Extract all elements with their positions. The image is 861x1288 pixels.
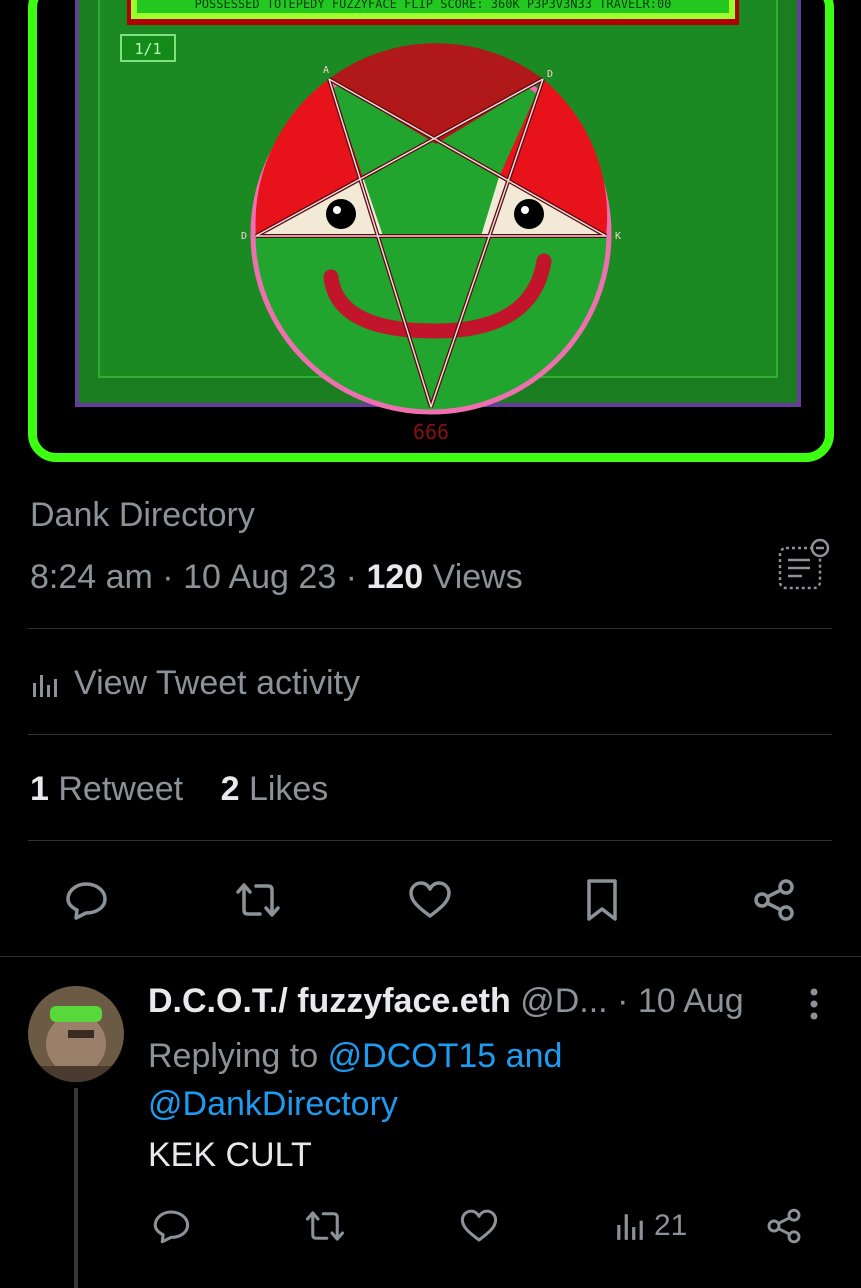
separator: · <box>336 558 367 596</box>
share-icon <box>754 879 794 921</box>
reply-header: D.C.O.T./ fuzzyface.eth @D... · 10 Aug <box>148 982 744 1021</box>
tweet-action-bar <box>0 872 861 928</box>
tweet-time: 8:24 am <box>30 558 153 596</box>
reply-tweet[interactable]: D.C.O.T./ fuzzyface.eth @D... · 10 Aug R… <box>0 958 861 1288</box>
vertex-label-k: K <box>615 231 621 242</box>
thread-line <box>74 1088 78 1288</box>
tweet-media[interactable]: POSSESSED TOTEPEDY FUZZYFACE FLIP SCORE:… <box>28 0 834 462</box>
divider <box>28 628 832 629</box>
retweet-icon <box>305 1211 345 1241</box>
vertex-label-a: A <box>323 65 329 76</box>
retweets-label: Retweet <box>58 770 184 808</box>
reply-action-bar: 21 <box>0 1198 861 1254</box>
replying-to: Replying to @DCOT15 and @DankDirectory <box>148 1032 668 1128</box>
reply-views-count: 21 <box>654 1209 688 1242</box>
engagement-stats: 1 Retweet 2 Likes <box>30 770 356 809</box>
reply-text: KEK CULT <box>148 1136 312 1174</box>
retweets-stat[interactable]: 1 Retweet <box>30 770 183 808</box>
community-notes-icon[interactable] <box>772 536 832 596</box>
reply-reply-button[interactable] <box>150 1198 192 1254</box>
tweet-date[interactable]: 10 Aug 23 <box>183 558 336 596</box>
retweet-button[interactable] <box>230 872 286 928</box>
retweets-count: 1 <box>30 770 49 808</box>
reply-retweet-button[interactable] <box>302 1198 348 1254</box>
divider <box>28 840 832 841</box>
page-indicator: 1/1 <box>134 40 161 58</box>
divider <box>0 956 861 957</box>
more-options-icon[interactable] <box>800 984 830 1024</box>
view-tweet-activity-link[interactable]: View Tweet activity <box>30 664 360 703</box>
analytics-icon <box>617 1214 643 1240</box>
reply-author-name[interactable]: D.C.O.T./ fuzzyface.eth <box>148 982 511 1020</box>
likes-count: 2 <box>220 770 240 808</box>
reply-like-button[interactable] <box>458 1198 500 1254</box>
views-label: Views <box>432 558 523 596</box>
avatar[interactable] <box>28 986 124 1082</box>
activity-label: View Tweet activity <box>74 664 360 702</box>
like-icon <box>409 881 451 918</box>
retweet-icon <box>236 883 280 917</box>
tweet-author-name: Dank Directory <box>30 496 255 534</box>
mention-link[interactable]: @DCOT15 and <box>328 1037 563 1075</box>
divider <box>28 734 832 735</box>
tweet-timestamp-line: 8:24 am · 10 Aug 23 · 120 Views <box>30 558 523 597</box>
reply-icon <box>66 882 107 920</box>
vertex-label-d: D <box>547 69 553 80</box>
reply-author-handle[interactable]: @D... <box>520 982 607 1020</box>
bookmark-icon <box>587 879 617 921</box>
views-count: 120 <box>366 558 424 596</box>
bookmark-button[interactable] <box>574 872 630 928</box>
mention-link[interactable]: @DankDirectory <box>148 1085 398 1123</box>
share-icon <box>767 1208 801 1244</box>
reply-views-button[interactable]: 21 <box>614 1198 687 1254</box>
vertex-label-left: D <box>241 231 247 242</box>
reply-icon <box>153 1210 190 1244</box>
separator: · <box>152 558 184 596</box>
likes-label: Likes <box>248 770 329 808</box>
pentagram-face-image: POSSESSED TOTEPEDY FUZZYFACE FLIP SCORE:… <box>37 0 825 453</box>
reply-date[interactable]: · 10 Aug <box>617 982 744 1020</box>
bottom-mark: 666 <box>413 420 449 444</box>
reply-button[interactable] <box>58 872 114 928</box>
banner-text: POSSESSED TOTEPEDY FUZZYFACE FLIP SCORE:… <box>195 0 672 11</box>
analytics-icon <box>33 674 57 697</box>
share-button[interactable] <box>746 872 802 928</box>
replying-prefix: Replying to <box>148 1037 319 1075</box>
likes-stat[interactable]: 2 Likes <box>221 770 329 808</box>
reply-share-button[interactable] <box>764 1198 804 1254</box>
like-icon <box>460 1209 498 1242</box>
like-button[interactable] <box>402 872 458 928</box>
